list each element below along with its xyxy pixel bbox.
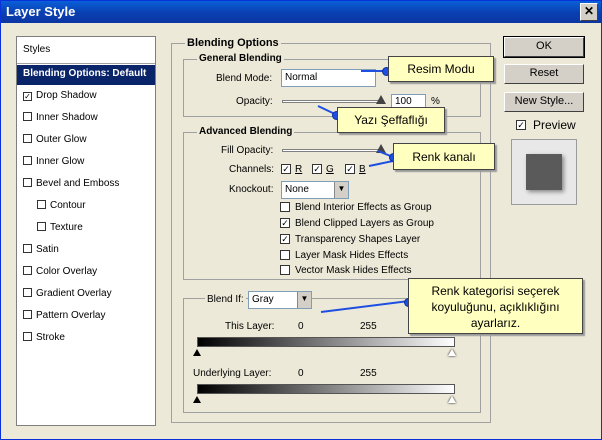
pointer-line-channels — [368, 160, 394, 167]
pointer-line-blend-if — [320, 300, 410, 313]
callout-renk-kategorisi: Renk kategorisi seçerek koyuluğunu, açık… — [408, 278, 583, 334]
callout-yazi-seffafligi: Yazı Şeffaflığı — [337, 107, 445, 133]
layer-style-dialog: Layer Style ✕ Styles Blending Options: De… — [0, 0, 602, 440]
callout-renk-kanali: Renk kanalı — [393, 143, 495, 170]
callout-pointers — [317, 70, 410, 313]
callout-resim-modu: Resim Modu — [388, 56, 494, 82]
